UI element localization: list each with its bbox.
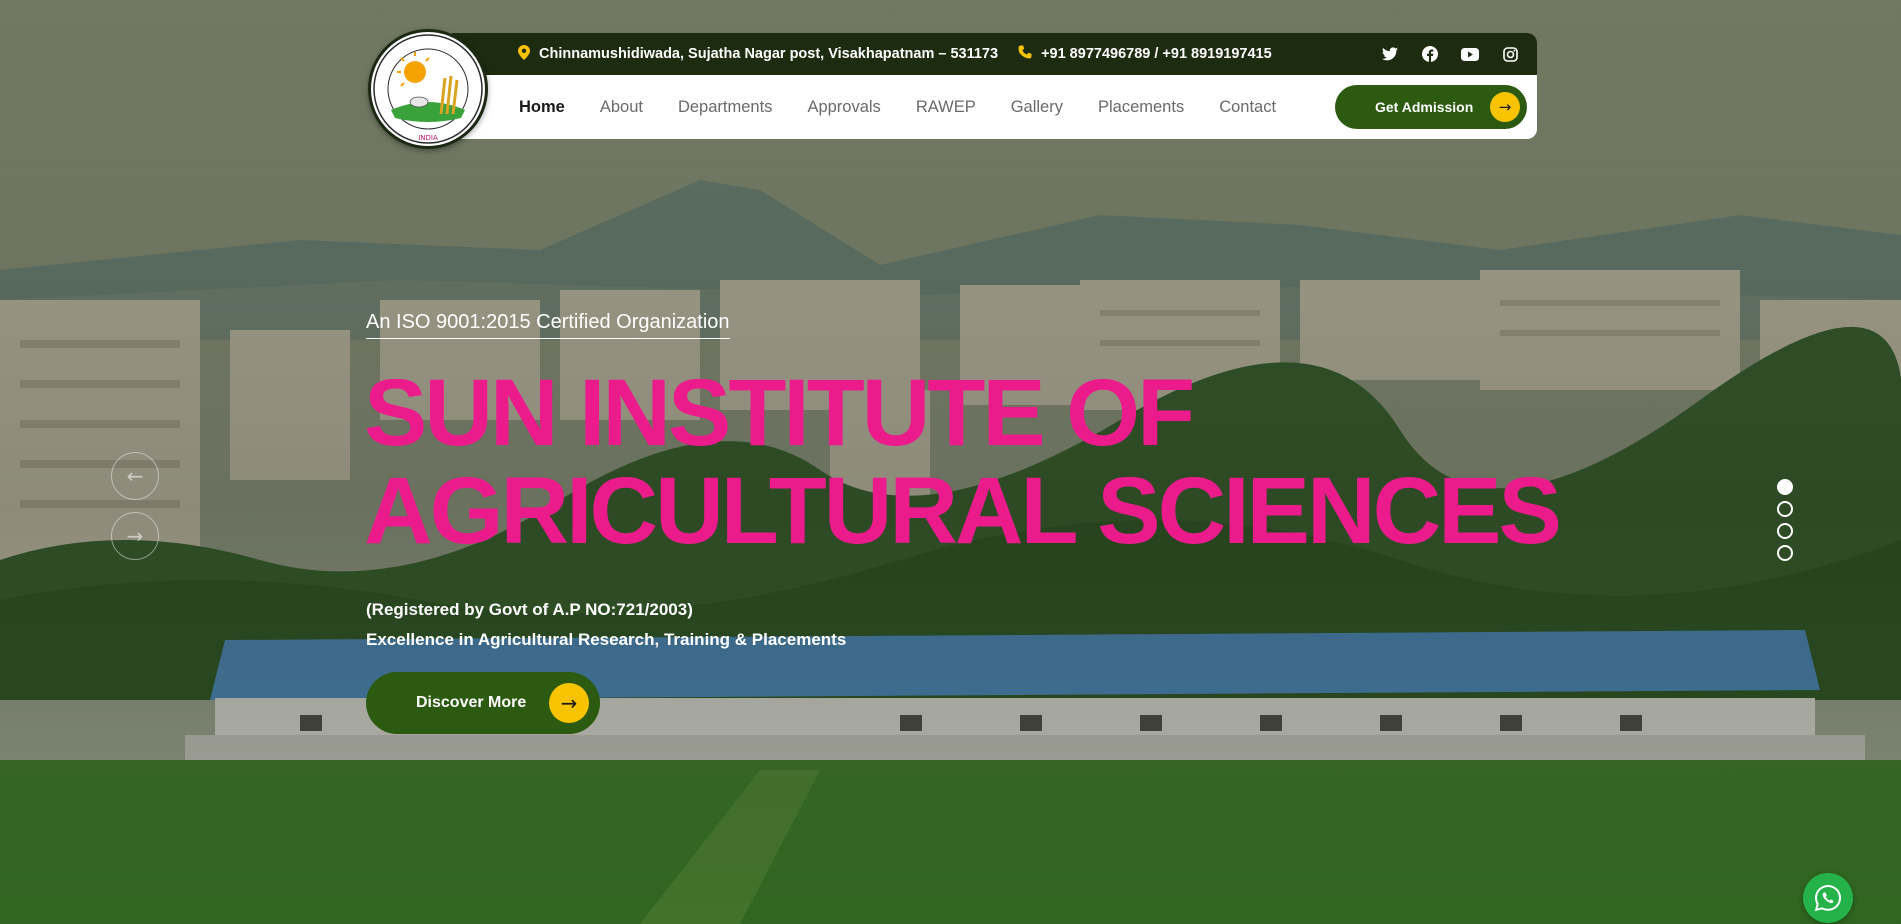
- hero-tagline: Excellence in Agricultural Research, Tra…: [366, 630, 847, 649]
- slider-dot-4[interactable]: [1777, 545, 1793, 561]
- phone-icon: [1018, 45, 1032, 63]
- arrow-right-icon: →: [549, 683, 589, 723]
- location-pin-icon: [518, 44, 530, 64]
- slider-prev-button[interactable]: ←: [111, 452, 159, 500]
- registration-text: (Registered by Govt of A.P NO:721/2003): [366, 600, 693, 619]
- nav-rawep[interactable]: RAWEP: [916, 98, 976, 117]
- hero-title-line1: SUN INSTITUTE OF: [364, 360, 1195, 466]
- arrow-right-icon: →: [1490, 92, 1520, 122]
- discover-more-label: Discover More: [416, 694, 527, 711]
- phone-text: +91 8977496789 / +91 8919197415: [1041, 46, 1272, 62]
- arrow-left-icon: ←: [126, 464, 144, 488]
- hero-title-line2: AGRICULTURAL SCIENCES: [364, 458, 1562, 564]
- phone-info[interactable]: +91 8977496789 / +91 8919197415: [1018, 45, 1272, 63]
- certification-label: An ISO 9001:2015 Certified Organization: [366, 311, 730, 339]
- top-info-bar: Chinnamushidiwada, Sujatha Nagar post, V…: [452, 33, 1537, 75]
- institute-logo[interactable]: INDIA: [368, 29, 488, 149]
- instagram-icon[interactable]: [1499, 43, 1521, 65]
- slider-dot-2[interactable]: [1777, 501, 1793, 517]
- slider-pagination: [1777, 479, 1793, 561]
- nav-gallery[interactable]: Gallery: [1011, 98, 1063, 117]
- slider-dot-1[interactable]: [1777, 479, 1793, 495]
- whatsapp-icon: [1814, 884, 1842, 912]
- slider-dot-3[interactable]: [1777, 523, 1793, 539]
- nav-approvals[interactable]: Approvals: [807, 98, 880, 117]
- nav-placements[interactable]: Placements: [1098, 98, 1184, 117]
- nav-home[interactable]: Home: [519, 98, 565, 117]
- svg-text:INDIA: INDIA: [418, 134, 438, 142]
- address-info: Chinnamushidiwada, Sujatha Nagar post, V…: [518, 44, 999, 64]
- address-text: Chinnamushidiwada, Sujatha Nagar post, V…: [539, 46, 999, 62]
- main-nav: Home About Departments Approvals RAWEP G…: [519, 98, 1311, 117]
- youtube-icon[interactable]: [1459, 43, 1481, 65]
- facebook-icon[interactable]: [1419, 43, 1441, 65]
- nav-contact[interactable]: Contact: [1219, 98, 1276, 117]
- get-admission-label: Get Admission: [1375, 99, 1474, 115]
- whatsapp-button[interactable]: [1803, 873, 1853, 923]
- nav-departments[interactable]: Departments: [678, 98, 772, 117]
- main-navbar: Home About Departments Approvals RAWEP G…: [452, 75, 1537, 139]
- slider-next-button[interactable]: →: [111, 512, 159, 560]
- nav-about[interactable]: About: [600, 98, 643, 117]
- discover-more-button[interactable]: Discover More →: [366, 672, 600, 734]
- twitter-icon[interactable]: [1379, 43, 1401, 65]
- get-admission-button[interactable]: Get Admission →: [1335, 85, 1527, 129]
- arrow-right-icon: →: [126, 524, 144, 548]
- hero-title: SUN INSTITUTE OF AGRICULTURAL SCIENCES: [364, 360, 1562, 564]
- social-links: [1379, 43, 1521, 65]
- logo-emblem: INDIA: [373, 34, 483, 144]
